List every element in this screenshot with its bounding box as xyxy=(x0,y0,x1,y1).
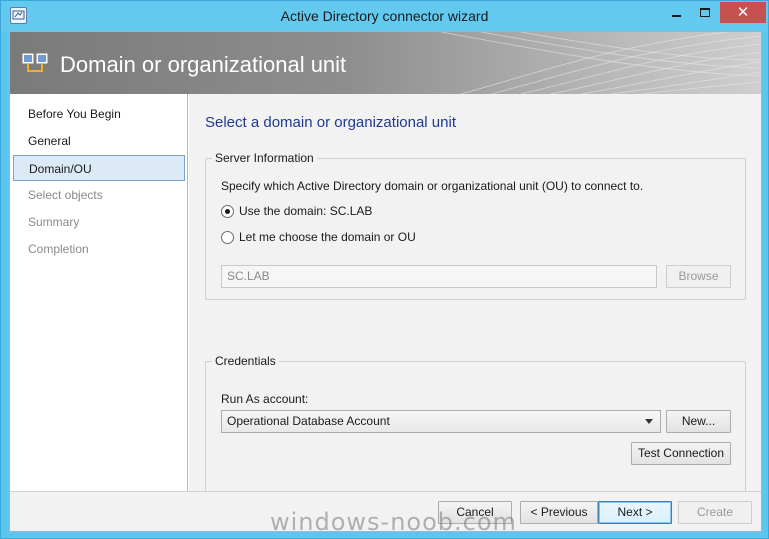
close-icon: ✕ xyxy=(736,4,750,21)
minimize-icon xyxy=(672,14,681,17)
new-account-button[interactable]: New... xyxy=(666,410,731,433)
credentials-group: Credentials Run As account: Operational … xyxy=(205,354,746,504)
nav-item-select-objects: Select objects xyxy=(28,188,103,202)
page-heading: Select a domain or organizational unit xyxy=(205,114,456,131)
maximize-icon xyxy=(699,8,710,17)
test-connection-button[interactable]: Test Connection xyxy=(631,442,731,465)
wizard-step-nav: Before You Begin General Domain/OU Selec… xyxy=(10,94,188,491)
close-button[interactable]: ✕ xyxy=(720,2,766,23)
nav-item-domain-ou[interactable]: Domain/OU xyxy=(13,155,185,181)
nav-item-before-you-begin[interactable]: Before You Begin xyxy=(13,101,185,127)
header-banner: Domain or organizational unit xyxy=(10,32,761,94)
window-title: Active Directory connector wizard xyxy=(280,8,489,24)
use-domain-radio[interactable] xyxy=(221,205,234,218)
server-information-description: Specify which Active Directory domain or… xyxy=(221,179,644,193)
maximize-button[interactable] xyxy=(691,2,718,23)
wizard-window: Active Directory connector wizard ✕ Doma… xyxy=(0,0,769,539)
choose-domain-ou-radio-label[interactable]: Let me choose the domain or OU xyxy=(239,230,416,244)
use-domain-radio-label[interactable]: Use the domain: SC.LAB xyxy=(239,204,372,218)
choose-domain-ou-radio[interactable] xyxy=(221,231,234,244)
server-information-legend: Server Information xyxy=(212,151,317,165)
connector-icon xyxy=(22,53,48,72)
domain-ou-field[interactable]: SC.LAB xyxy=(221,265,657,288)
run-as-account-value: Operational Database Account xyxy=(227,414,390,428)
banner-waves-graphic xyxy=(440,32,761,94)
title-bar[interactable]: Active Directory connector wizard ✕ xyxy=(1,1,768,31)
previous-button[interactable]: < Previous xyxy=(520,501,598,524)
run-as-account-select[interactable]: Operational Database Account xyxy=(221,410,661,433)
banner-title: Domain or organizational unit xyxy=(60,52,347,77)
next-button[interactable]: Next > xyxy=(598,501,672,524)
page-content: Select a domain or organizational unit S… xyxy=(189,94,761,504)
watermark-text: windows-noob.com xyxy=(270,508,517,536)
wizard-client: Domain or organizational unit Before You… xyxy=(9,31,762,532)
credentials-legend: Credentials xyxy=(212,354,279,368)
nav-item-completion: Completion xyxy=(28,242,89,256)
browse-button[interactable]: Browse xyxy=(666,265,731,288)
nav-item-summary: Summary xyxy=(28,215,80,229)
server-information-group: Server Information Specify which Active … xyxy=(205,151,746,300)
minimize-button[interactable] xyxy=(663,2,690,23)
create-button[interactable]: Create xyxy=(678,501,752,524)
chevron-down-icon xyxy=(645,419,653,424)
nav-item-general[interactable]: General xyxy=(13,128,185,154)
run-as-account-label: Run As account: xyxy=(221,392,309,406)
